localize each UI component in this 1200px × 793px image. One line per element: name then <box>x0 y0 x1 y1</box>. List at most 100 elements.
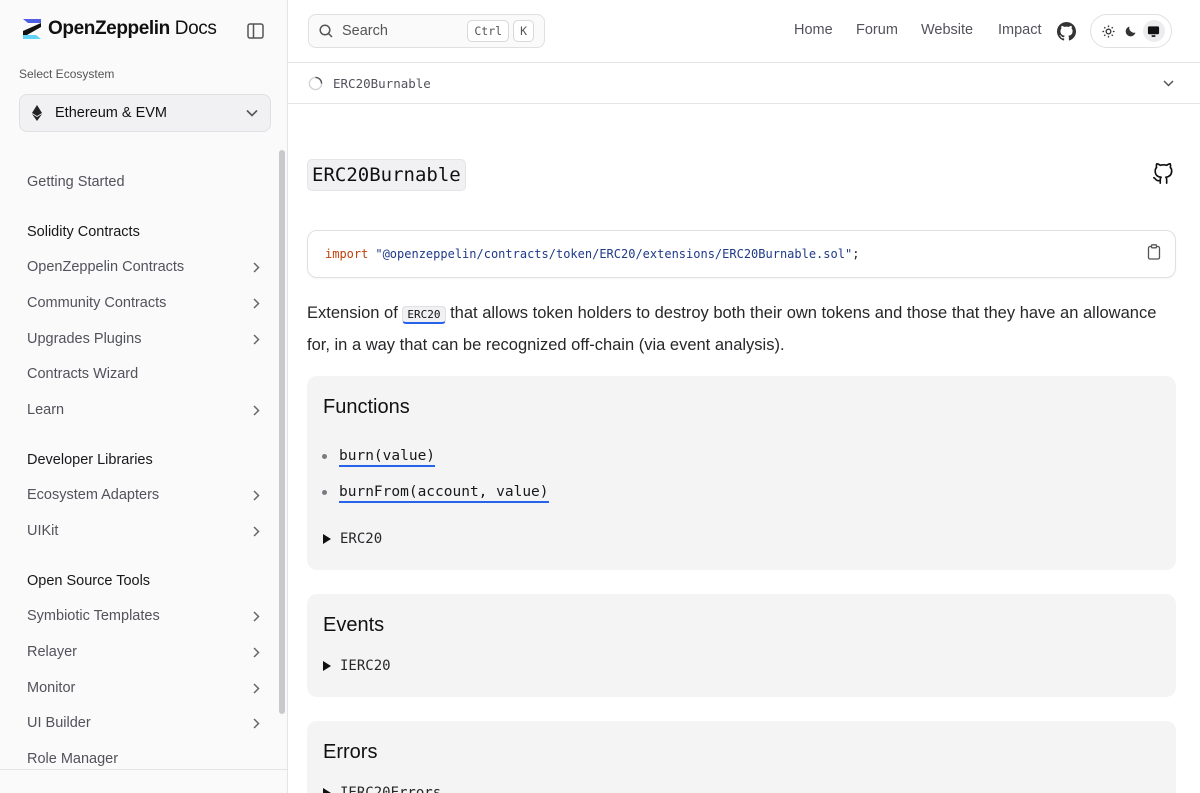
sidebar-item-label: Learn <box>27 402 65 418</box>
top-bar: Search Ctrl K Home Forum Website Impact <box>288 0 1200 63</box>
list-bullet <box>322 490 327 495</box>
sidebar-item-label: Upgrades Plugins <box>27 331 142 347</box>
sidebar-item-label: UI Builder <box>27 715 91 731</box>
shortcut-key-k: K <box>513 20 534 42</box>
inherited-functions-toggle[interactable]: ERC20 <box>323 531 382 547</box>
sidebar-heading-open-source-tools: Open Source Tools <box>27 573 151 589</box>
sidebar-item-label: UIKit <box>27 523 59 539</box>
erc20-link[interactable]: ERC20 <box>402 306 446 324</box>
inherited-errors-toggle[interactable]: IERC20Errors <box>323 785 441 793</box>
chevron-right-icon <box>253 405 260 416</box>
chevron-right-icon <box>253 647 260 658</box>
chevron-right-icon <box>253 526 260 537</box>
sidebar-item-label: OpenZeppelin Contracts <box>27 259 185 275</box>
theme-system-button[interactable] <box>1142 20 1165 42</box>
chevron-down-icon <box>1163 80 1174 87</box>
sidebar-item-relayer[interactable]: Relayer <box>19 636 270 668</box>
chevron-right-icon <box>253 683 260 694</box>
sidebar-item-monitor[interactable]: Monitor <box>19 672 270 704</box>
disclosure-triangle-icon <box>323 534 331 544</box>
moon-icon <box>1125 26 1136 37</box>
nav-link-impact[interactable]: Impact <box>998 22 1042 38</box>
sidebar-item-ui-builder[interactable]: UI Builder <box>19 707 270 739</box>
sidebar-nav: Getting Started Solidity Contracts OpenZep… <box>0 150 280 770</box>
sidebar-item-learn[interactable]: Learn <box>19 394 270 426</box>
events-heading: Events <box>323 614 385 636</box>
copy-icon[interactable] <box>1147 244 1161 260</box>
brand-name: OpenZeppelin Docs <box>48 18 217 39</box>
chevron-right-icon <box>253 611 260 622</box>
progress-ring-icon <box>308 76 323 91</box>
sidebar-item-label: Role Manager <box>27 751 119 767</box>
ecosystem-select[interactable]: Ethereum & EVM <box>19 94 271 132</box>
ecosystem-label: Select Ecosystem <box>19 67 115 81</box>
sidebar-item-upgrades-plugins[interactable]: Upgrades Plugins <box>19 323 270 355</box>
functions-heading: Functions <box>323 396 410 418</box>
sidebar-item-label: Symbiotic Templates <box>27 608 160 624</box>
sun-icon <box>1102 24 1115 38</box>
toc-current-section: ERC20Burnable <box>333 76 431 91</box>
nav-link-forum[interactable]: Forum <box>856 22 898 38</box>
sidebar-heading-developer-libraries: Developer Libraries <box>27 452 153 468</box>
search-placeholder: Search <box>342 23 388 39</box>
chevron-right-icon <box>253 490 260 501</box>
github-icon[interactable] <box>1057 22 1076 41</box>
brand-logo[interactable]: OpenZeppelin Docs <box>22 18 217 40</box>
main-content: ERC20Burnable import "@openzeppelin/cont… <box>288 104 1200 793</box>
sidebar-item-openzeppelin-contracts[interactable]: OpenZeppelin Contracts <box>19 251 270 283</box>
function-link-burnfrom[interactable]: burnFrom(account, value) <box>339 484 549 503</box>
sidebar-item-community-contracts[interactable]: Community Contracts <box>19 287 270 319</box>
toc-bar[interactable]: ERC20Burnable <box>288 63 1200 104</box>
sidebar-item-label: Getting Started <box>27 174 125 190</box>
search-icon <box>319 24 333 38</box>
page-title: ERC20Burnable <box>307 159 466 191</box>
sidebar-item-symbiotic-templates[interactable]: Symbiotic Templates <box>19 600 270 632</box>
theme-switcher <box>1090 14 1172 48</box>
ecosystem-selected: Ethereum & EVM <box>55 105 168 121</box>
events-panel: Events IERC20 <box>307 594 1176 697</box>
sidebar-toggle-icon[interactable] <box>247 23 264 39</box>
disclosure-triangle-icon <box>323 788 331 793</box>
sidebar-item-contracts-wizard[interactable]: Contracts Wizard <box>19 358 270 390</box>
github-source-icon[interactable] <box>1152 162 1174 186</box>
sidebar-item-getting-started[interactable]: Getting Started <box>19 166 270 198</box>
code-semicolon: ; <box>852 247 860 261</box>
sidebar-item-label: Relayer <box>27 644 77 660</box>
description: Extension of ERC20 that allows token hol… <box>307 304 1157 354</box>
sidebar-item-uikit[interactable]: UIKit <box>19 515 270 547</box>
sidebar-item-role-manager[interactable]: Role Manager <box>19 743 270 770</box>
sidebar-item-ecosystem-adapters[interactable]: Ecosystem Adapters <box>19 479 270 511</box>
sidebar-item-label: Contracts Wizard <box>27 366 139 382</box>
function-link-burn[interactable]: burn(value) <box>339 448 436 467</box>
errors-panel: Errors IERC20Errors <box>307 721 1176 793</box>
nav-link-website[interactable]: Website <box>921 22 973 38</box>
sidebar-scrollbar[interactable] <box>279 150 285 714</box>
monitor-icon <box>1148 25 1160 37</box>
theme-dark-button[interactable] <box>1120 20 1142 42</box>
chevron-right-icon <box>253 262 260 273</box>
import-code-block: import "@openzeppelin/contracts/token/ER… <box>307 230 1176 278</box>
openzeppelin-logo-icon <box>23 19 41 39</box>
ethereum-icon <box>32 105 42 121</box>
nav-link-home[interactable]: Home <box>794 22 833 38</box>
sidebar-item-label: Ecosystem Adapters <box>27 487 160 503</box>
chevron-right-icon <box>253 298 260 309</box>
sidebar-item-label: Community Contracts <box>27 295 167 311</box>
chevron-right-icon <box>253 718 260 729</box>
sidebar-divider <box>0 769 287 770</box>
theme-light-button[interactable] <box>1097 20 1119 42</box>
code-import-path: "@openzeppelin/contracts/token/ERC20/ext… <box>375 247 853 261</box>
sidebar-item-label: Monitor <box>27 680 76 696</box>
search-input[interactable]: Search Ctrl K <box>308 14 545 48</box>
chevron-right-icon <box>253 334 260 345</box>
errors-heading: Errors <box>323 741 378 763</box>
shortcut-key-ctrl: Ctrl <box>467 20 510 42</box>
functions-panel: Functions burn(value) burnFrom(account, … <box>307 376 1176 570</box>
chevron-down-icon <box>246 109 258 117</box>
sidebar-heading-solidity-contracts: Solidity Contracts <box>27 224 140 240</box>
code-keyword: import <box>325 247 369 261</box>
disclosure-triangle-icon <box>323 661 331 671</box>
list-bullet <box>322 454 327 459</box>
sidebar: OpenZeppelin Docs Select Ecosystem Ether… <box>0 0 288 793</box>
inherited-events-toggle[interactable]: IERC20 <box>323 658 391 674</box>
